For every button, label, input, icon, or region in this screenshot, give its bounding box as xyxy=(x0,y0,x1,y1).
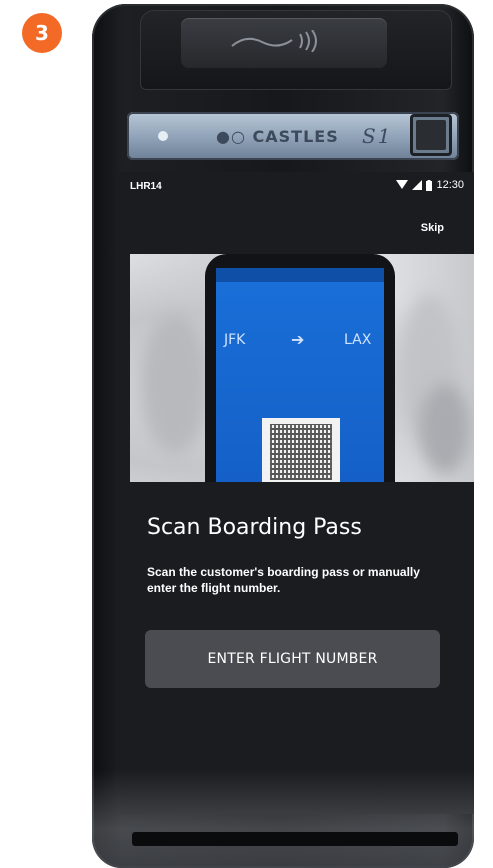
phone-top-bar xyxy=(216,268,384,282)
enter-flight-number-button[interactable]: ENTER FLIGHT NUMBER xyxy=(145,630,440,688)
qr-pattern xyxy=(270,424,332,480)
destination-code: LAX xyxy=(344,332,372,348)
device-bottom-edge xyxy=(92,770,474,868)
contactless-icon xyxy=(231,30,317,52)
page-title: Scan Boarding Pass xyxy=(147,515,362,540)
camera-lens xyxy=(416,120,446,150)
signal-icon xyxy=(412,180,423,190)
device-screen: LHR14 12:30 Skip JFK ➔ LAX Scan Boarding… xyxy=(116,172,474,814)
brand-name: CASTLES xyxy=(252,127,339,146)
origin-code: JFK xyxy=(224,332,246,348)
device-model: S1 xyxy=(362,124,393,148)
status-label: LHR14 xyxy=(130,181,162,192)
instruction-text: Scan the customer's boarding pass or man… xyxy=(147,565,420,595)
clock: 12:30 xyxy=(436,179,464,191)
wifi-icon xyxy=(396,180,409,189)
skip-button[interactable]: Skip xyxy=(421,222,444,234)
battery-icon xyxy=(426,179,433,191)
brand-logo: ●○ CASTLES xyxy=(216,127,339,146)
arrow-right-icon: ➔ xyxy=(291,330,305,349)
step-number-badge: 3 xyxy=(22,13,62,53)
card-slot xyxy=(132,832,458,846)
status-led xyxy=(158,131,168,141)
status-bar: LHR14 12:30 xyxy=(116,172,474,202)
status-icons: 12:30 xyxy=(396,179,464,191)
